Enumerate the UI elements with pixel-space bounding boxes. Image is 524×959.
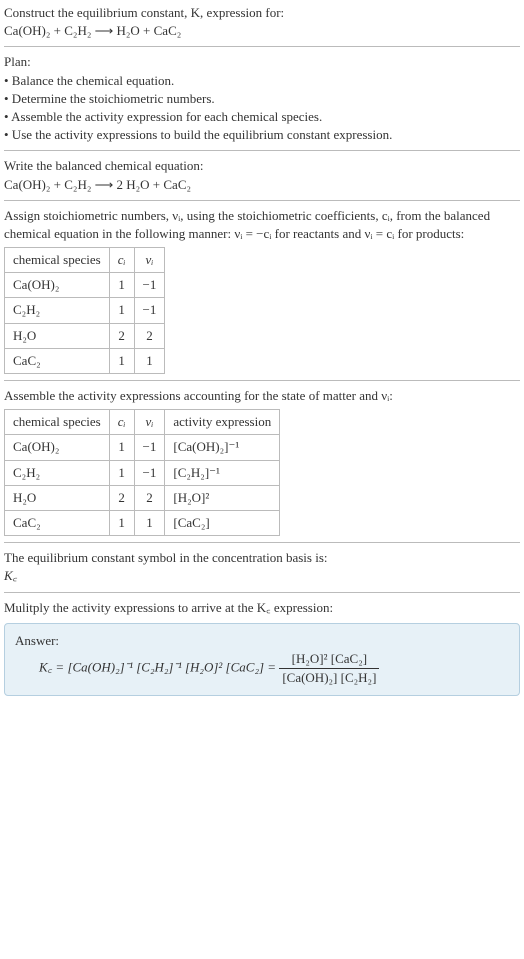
cell: [H₂O]² <box>165 485 280 510</box>
cell: 1 <box>109 273 134 298</box>
table-row: Ca(OH)₂ 1 −1 [Ca(OH)₂]⁻¹ <box>5 435 280 460</box>
stoich-text: Assign stoichiometric numbers, νᵢ, using… <box>4 207 520 243</box>
cell: 2 <box>134 485 165 510</box>
plan-item: • Balance the chemical equation. <box>4 72 520 90</box>
divider <box>4 150 520 151</box>
table-row: H₂O 2 2 [H₂O]² <box>5 485 280 510</box>
multiply-section: Mulitply the activity expressions to arr… <box>4 599 520 697</box>
basis-text: The equilibrium constant symbol in the c… <box>4 549 520 567</box>
answer-label: Answer: <box>15 632 509 650</box>
problem-statement: Construct the equilibrium constant, K, e… <box>4 4 520 40</box>
cell: Ca(OH)₂ <box>5 435 110 460</box>
plan-item: • Use the activity expressions to build … <box>4 126 520 144</box>
multiply-text: Mulitply the activity expressions to arr… <box>4 599 520 617</box>
cell: −1 <box>134 460 165 485</box>
basis-section: The equilibrium constant symbol in the c… <box>4 549 520 585</box>
answer-box: Answer: K꜀ = [Ca(OH)₂]⁻¹ [C₂H₂]⁻¹ [H₂O]²… <box>4 623 520 697</box>
activity-table: chemical species cᵢ νᵢ activity expressi… <box>4 409 280 536</box>
divider <box>4 592 520 593</box>
cell: 1 <box>109 298 134 323</box>
cell: C₂H₂ <box>5 298 110 323</box>
cell: 1 <box>134 348 165 373</box>
plan-item: • Assemble the activity expression for e… <box>4 108 520 126</box>
cell: CaC₂ <box>5 510 110 535</box>
cell: −1 <box>134 435 165 460</box>
fraction-numerator: [H₂O]² [CaC₂] <box>279 650 379 669</box>
cell: H₂O <box>5 485 110 510</box>
cell: 2 <box>109 323 134 348</box>
col-header: νᵢ <box>134 248 165 273</box>
table-row: Ca(OH)₂ 1 −1 <box>5 273 165 298</box>
table-header-row: chemical species cᵢ νᵢ activity expressi… <box>5 410 280 435</box>
cell: 1 <box>109 510 134 535</box>
balanced-equation: Ca(OH)₂ + C₂H₂ ⟶ 2 H₂O + CaC₂ <box>4 176 520 194</box>
table-row: H₂O 2 2 <box>5 323 165 348</box>
cell: C₂H₂ <box>5 460 110 485</box>
table-row: C₂H₂ 1 −1 <box>5 298 165 323</box>
col-header: chemical species <box>5 248 110 273</box>
activity-section: Assemble the activity expressions accoun… <box>4 387 520 536</box>
divider <box>4 542 520 543</box>
cell: [C₂H₂]⁻¹ <box>165 460 280 485</box>
cell: −1 <box>134 273 165 298</box>
cell: CaC₂ <box>5 348 110 373</box>
table-row: CaC₂ 1 1 <box>5 348 165 373</box>
col-header: cᵢ <box>109 248 134 273</box>
title-line1: Construct the equilibrium constant, K, e… <box>4 4 520 22</box>
table-header-row: chemical species cᵢ νᵢ <box>5 248 165 273</box>
table-row: CaC₂ 1 1 [CaC₂] <box>5 510 280 535</box>
col-header: chemical species <box>5 410 110 435</box>
balanced-heading: Write the balanced chemical equation: <box>4 157 520 175</box>
answer-lhs: K꜀ = [Ca(OH)₂]⁻¹ [C₂H₂]⁻¹ [H₂O]² [CaC₂] … <box>39 660 276 675</box>
col-header: cᵢ <box>109 410 134 435</box>
cell: 2 <box>134 323 165 348</box>
cell: [CaC₂] <box>165 510 280 535</box>
cell: 1 <box>109 460 134 485</box>
cell: 1 <box>134 510 165 535</box>
divider <box>4 46 520 47</box>
cell: −1 <box>134 298 165 323</box>
cell: H₂O <box>5 323 110 348</box>
divider <box>4 380 520 381</box>
cell: [Ca(OH)₂]⁻¹ <box>165 435 280 460</box>
plan-item: • Determine the stoichiometric numbers. <box>4 90 520 108</box>
stoich-section: Assign stoichiometric numbers, νᵢ, using… <box>4 207 520 374</box>
title-line2: Ca(OH)₂ + C₂H₂ ⟶ H₂O + CaC₂ <box>4 22 520 40</box>
divider <box>4 200 520 201</box>
plan-heading: Plan: <box>4 53 520 71</box>
col-header: νᵢ <box>134 410 165 435</box>
assemble-text: Assemble the activity expressions accoun… <box>4 387 520 405</box>
kc-symbol: K꜀ <box>4 567 520 585</box>
answer-expression: K꜀ = [Ca(OH)₂]⁻¹ [C₂H₂]⁻¹ [H₂O]² [CaC₂] … <box>15 650 509 687</box>
stoich-table: chemical species cᵢ νᵢ Ca(OH)₂ 1 −1 C₂H₂… <box>4 247 165 374</box>
fraction-denominator: [Ca(OH)₂] [C₂H₂] <box>279 669 379 687</box>
balanced-eq-section: Write the balanced chemical equation: Ca… <box>4 157 520 193</box>
col-header: activity expression <box>165 410 280 435</box>
cell: 1 <box>109 348 134 373</box>
answer-fraction: [H₂O]² [CaC₂] [Ca(OH)₂] [C₂H₂] <box>279 650 379 687</box>
cell: 1 <box>109 435 134 460</box>
cell: 2 <box>109 485 134 510</box>
cell: Ca(OH)₂ <box>5 273 110 298</box>
table-row: C₂H₂ 1 −1 [C₂H₂]⁻¹ <box>5 460 280 485</box>
plan-section: Plan: • Balance the chemical equation. •… <box>4 53 520 144</box>
